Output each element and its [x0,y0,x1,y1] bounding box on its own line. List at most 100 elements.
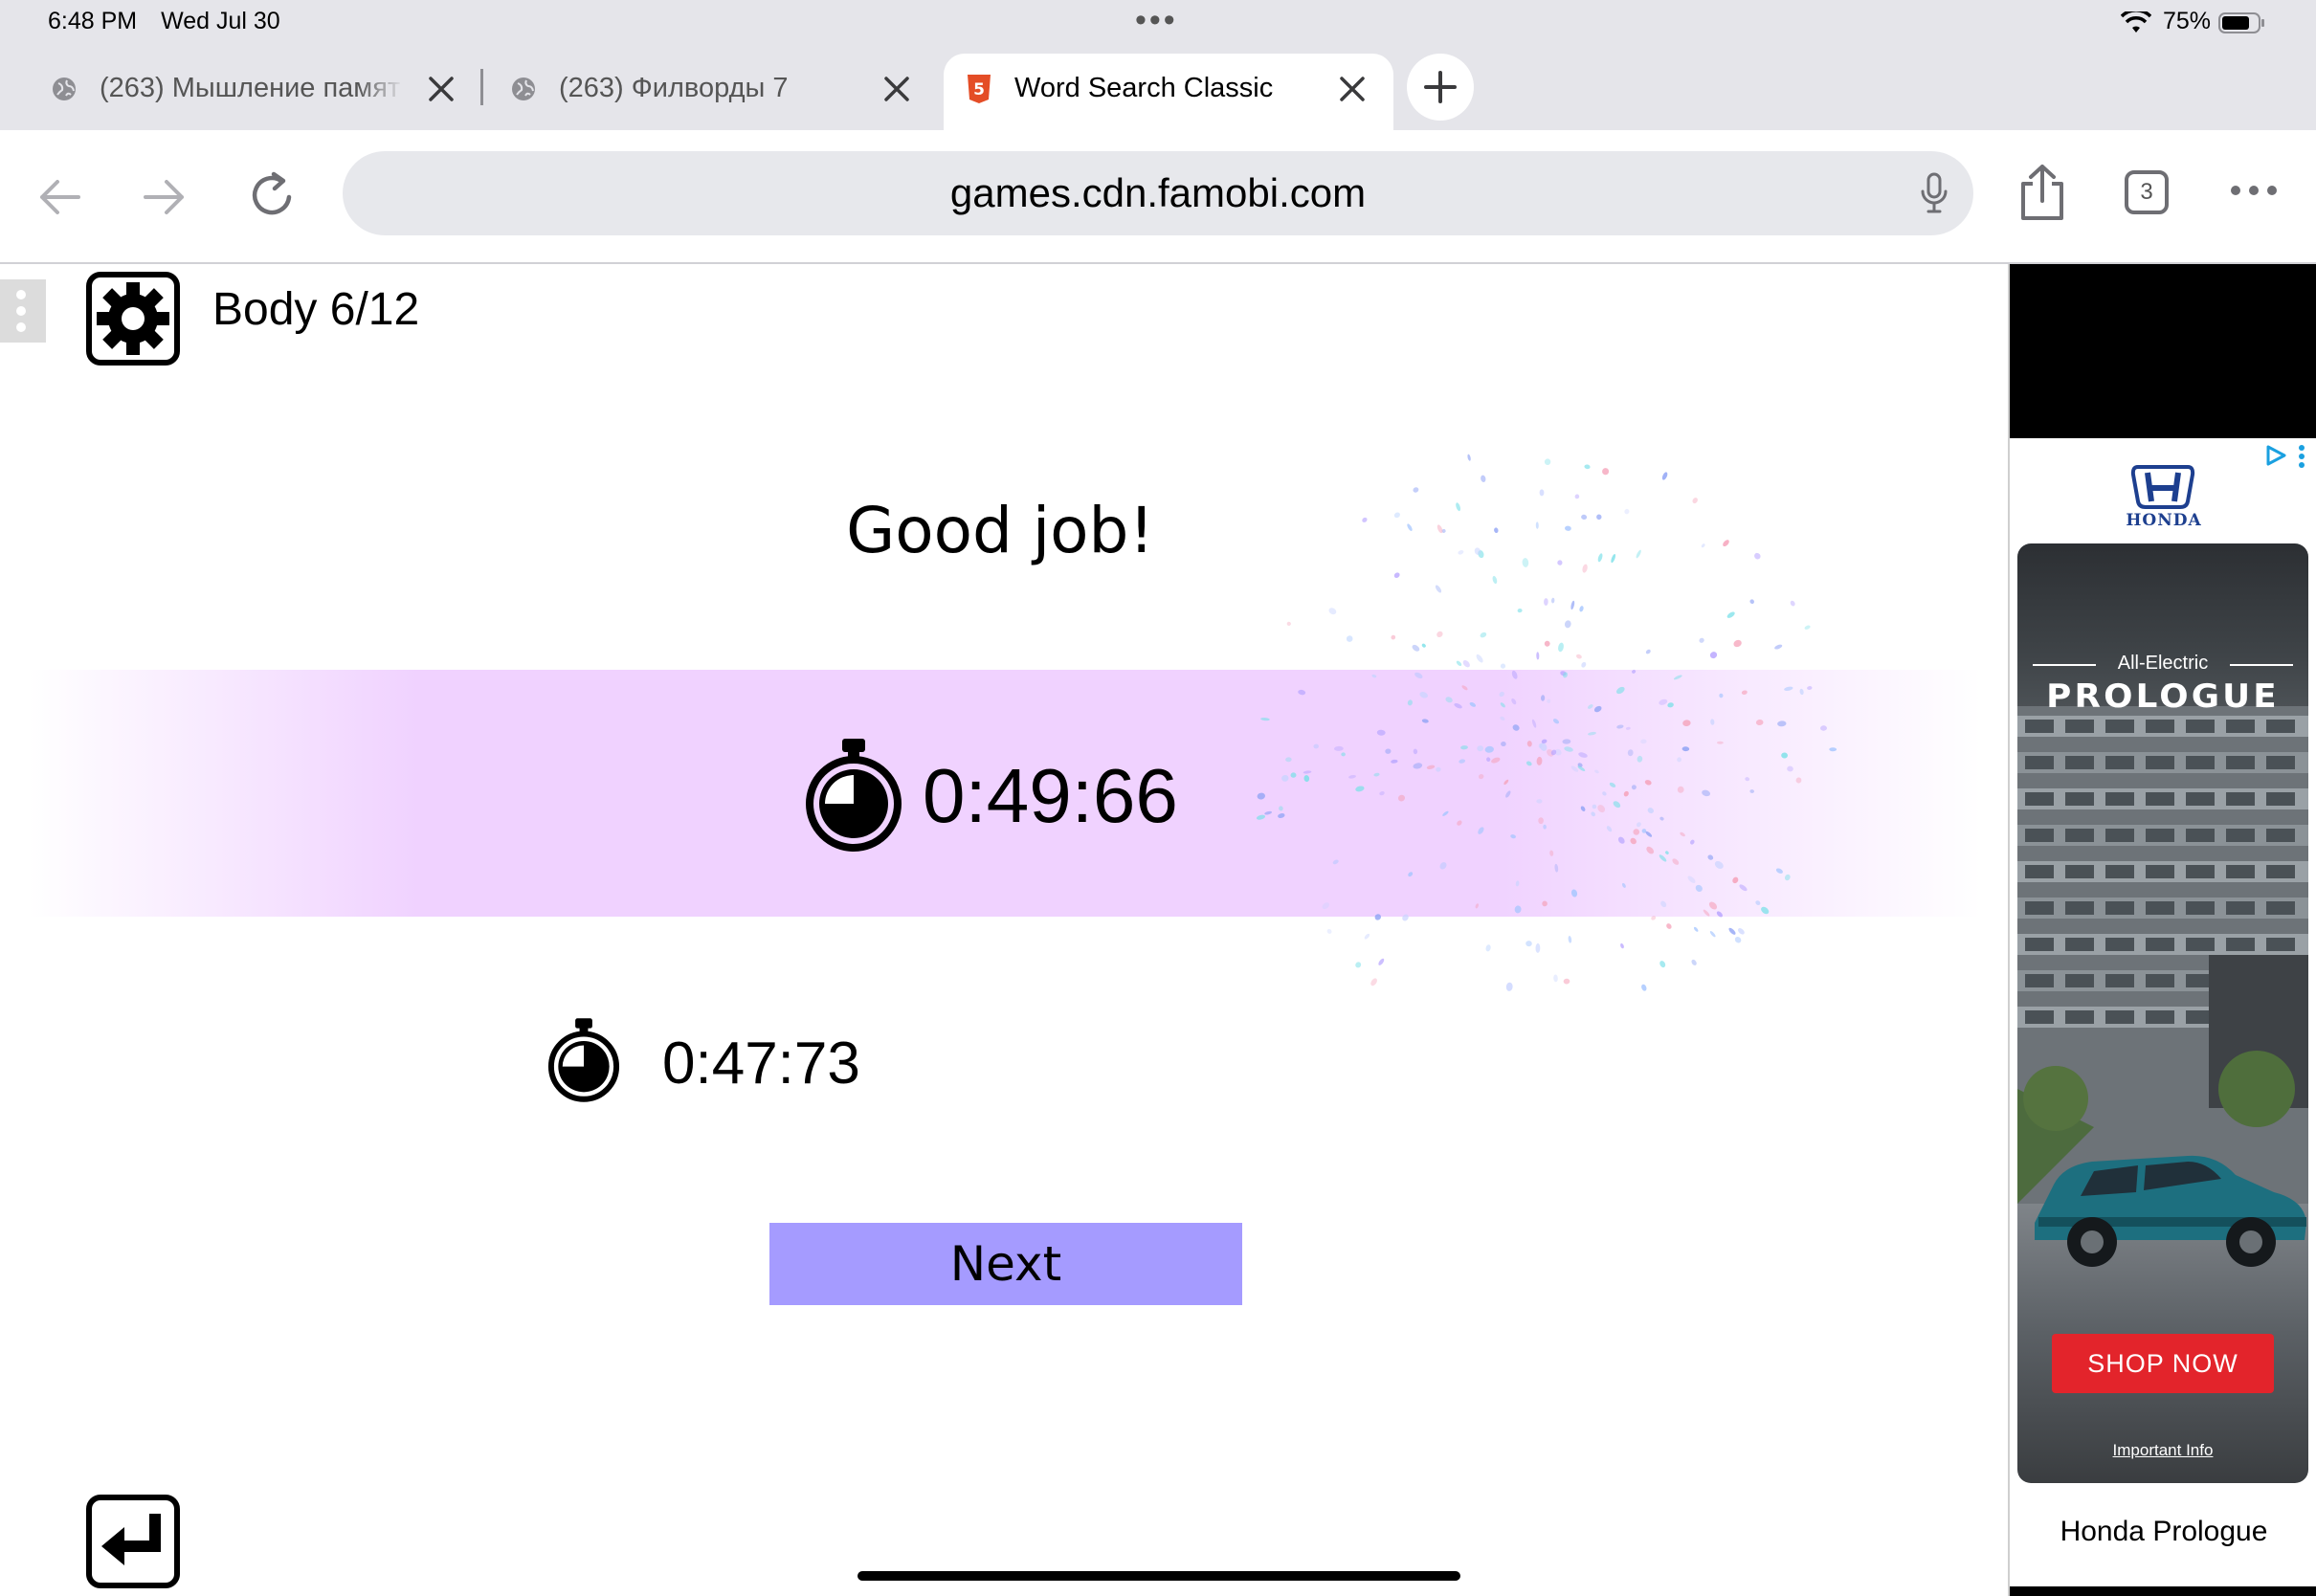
building-window [2065,720,2094,733]
confetti-particle [1645,831,1653,837]
confetti-particle [1693,926,1699,932]
microphone-icon[interactable] [1920,172,1949,214]
close-icon[interactable] [423,71,459,107]
confetti-particle [1632,669,1637,674]
confetti-particle [1587,704,1593,709]
building-window [2105,792,2134,806]
confetti-particle [1708,901,1718,910]
confetti-particle [1538,817,1544,825]
confetti-particle [1597,553,1603,563]
close-icon[interactable] [1334,71,1370,107]
return-arrow-icon[interactable] [86,1495,180,1588]
home-indicator[interactable] [857,1571,1460,1581]
ad-creative[interactable]: All-Electric PROLOGUE SHOP NOW Important… [2017,543,2308,1483]
confetti-particle [1478,774,1484,780]
confetti-particle [1596,514,1602,521]
building-window [2105,829,2134,842]
important-info-link[interactable]: Important Info [2017,1441,2308,1460]
confetti-particle [1717,741,1724,744]
reload-icon[interactable] [245,168,299,222]
confetti-particle [1550,597,1555,604]
confetti-particle [1544,598,1548,606]
building-window [2266,792,2295,806]
building-window [2266,720,2295,733]
ad-panel[interactable]: HONDA All-Electric PROLOGUE SHOP NOW Imp… [2008,264,2316,1596]
confetti-particle [1544,458,1551,465]
side-menu-handle[interactable] [0,279,46,343]
confetti-particle [1531,719,1537,728]
confetti-particle [1442,810,1449,816]
building-window [2146,829,2174,842]
next-button[interactable]: Next [769,1223,1242,1305]
confetti-particle [1461,685,1468,691]
tab-filwords[interactable]: (263) Филворды 7 [488,54,938,130]
settings-gear-icon[interactable] [86,272,180,366]
confetti-particle [1303,775,1310,783]
confetti-particle [1256,814,1266,820]
confetti-particle [1570,765,1579,772]
building-window [2226,901,2255,915]
confetti-particle [1393,512,1400,519]
shop-now-button[interactable]: SHOP NOW [2052,1334,2274,1393]
forward-arrow-icon[interactable] [140,172,189,222]
confetti-particle [1647,808,1654,814]
confetti-particle [1637,755,1643,763]
confetti-particle [1645,649,1651,654]
confetti-particle [1578,752,1588,758]
confetti-particle [1695,884,1703,892]
confetti-particle [1580,806,1586,811]
confetti-particle [1726,611,1735,618]
confetti-particle [1640,739,1647,744]
html5-icon: 5 [968,75,991,103]
close-icon[interactable] [879,71,915,107]
building-window [2186,901,2215,915]
tab-word-search-classic[interactable]: 5 Word Search Classic [944,54,1393,130]
confetti-particle [1264,810,1273,815]
building-window [2065,829,2094,842]
adchoices-icon[interactable] [2264,444,2287,467]
confetti-particle [1549,850,1554,856]
share-icon[interactable] [2015,163,2069,224]
ad-caption[interactable]: Honda Prologue [2010,1516,2316,1548]
confetti-particle [1512,724,1520,731]
address-bar[interactable]: games.cdn.famobi.com [343,151,1973,235]
url-text[interactable]: games.cdn.famobi.com [343,170,1973,216]
building-window [2186,938,2215,951]
confetti-particle [1738,928,1745,935]
confetti-particle [1702,789,1710,797]
more-options-icon[interactable] [2230,184,2278,197]
confetti-particle [1616,724,1624,729]
confetti-particle [1536,756,1543,765]
confetti-particle [1391,634,1396,640]
building-window [2226,756,2255,769]
ad-menu-icon[interactable] [2297,444,2306,469]
building-window [2025,756,2054,769]
confetti-particle [1391,759,1398,764]
confetti-particle [1536,652,1540,660]
confetti-particle [1458,550,1464,555]
confetti-particle [1755,719,1764,726]
confetti-particle [1701,543,1705,548]
confetti-particle [1407,523,1413,532]
stopwatch-icon [806,739,902,852]
confetti-particle [1661,472,1668,480]
confetti-particle [1486,757,1491,762]
confetti-particle [1484,745,1494,753]
status-clock: 6:48 PM [48,8,138,34]
confetti-particle [1562,739,1571,744]
tab-memory-thinking[interactable]: (263) Мышление памят [0,54,479,130]
new-tab-button[interactable] [1407,54,1474,121]
confetti-particle [1285,757,1292,763]
confetti-particle [1660,900,1667,908]
multitasking-dots-icon[interactable]: ••• [1135,2,1178,39]
confetti-particle [1795,777,1802,784]
confetti-particle [1379,791,1385,796]
tab-switcher-button[interactable]: 3 [2125,170,2169,214]
confetti-particle [1774,644,1783,650]
back-arrow-icon[interactable] [34,172,84,222]
building-window [2065,756,2094,769]
confetti-particle [1659,961,1666,968]
confetti-particle [1515,880,1520,887]
building-window [2105,901,2134,915]
confetti-particle [1673,675,1682,680]
